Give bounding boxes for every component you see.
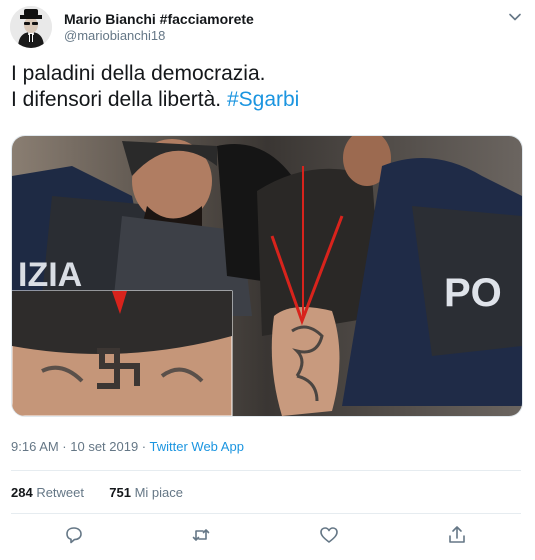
retweets-stat[interactable]: 284 Retweet (11, 485, 84, 500)
avatar-image (10, 6, 52, 48)
divider (11, 470, 521, 471)
tweet-photo[interactable]: IZIA PO (11, 135, 523, 417)
chevron-down-icon[interactable] (508, 10, 522, 24)
likes-count: 751 (109, 485, 131, 500)
engagement-stats: 284 Retweet 751 Mi piace (11, 485, 183, 500)
hashtag-link[interactable]: #Sgarbi (227, 88, 299, 111)
author-handle[interactable]: @mariobianchi18 (64, 28, 165, 43)
tweet-card: Mario Bianchi #facciamorete @mariobianch… (0, 0, 535, 560)
reply-icon[interactable] (63, 524, 85, 546)
tweet-source-link[interactable]: Twitter Web App (150, 439, 244, 454)
retweets-label: Retweet (32, 485, 85, 500)
tweet-text-line-2: I difensori della libertà. #Sgarbi (11, 87, 299, 113)
likes-stat[interactable]: 751 Mi piace (109, 485, 183, 500)
likes-label: Mi piace (130, 485, 183, 500)
vest-text-right: PO (444, 271, 502, 315)
tweet-text: I paladini della democrazia. I difensori… (11, 61, 299, 113)
vest-text-left: IZIA (18, 256, 82, 294)
tweet-timestamp[interactable]: 9:16 AM · 10 set 2019 · (11, 439, 150, 454)
tweet-text-line-1: I paladini della democrazia. (11, 62, 266, 85)
like-heart-icon[interactable] (318, 524, 340, 546)
avatar[interactable] (10, 6, 52, 48)
retweets-count: 284 (11, 485, 33, 500)
retweet-icon[interactable] (190, 524, 212, 546)
photo-police-officers-tattoo: IZIA PO (12, 136, 522, 416)
divider (11, 513, 521, 514)
tweet-metadata: 9:16 AM · 10 set 2019 · Twitter Web App (11, 439, 244, 454)
author-display-name[interactable]: Mario Bianchi #facciamorete (64, 11, 254, 27)
action-bar (0, 524, 535, 550)
tweet-text-line-2-body: I difensori della libertà. (11, 88, 227, 111)
share-icon[interactable] (446, 524, 468, 546)
